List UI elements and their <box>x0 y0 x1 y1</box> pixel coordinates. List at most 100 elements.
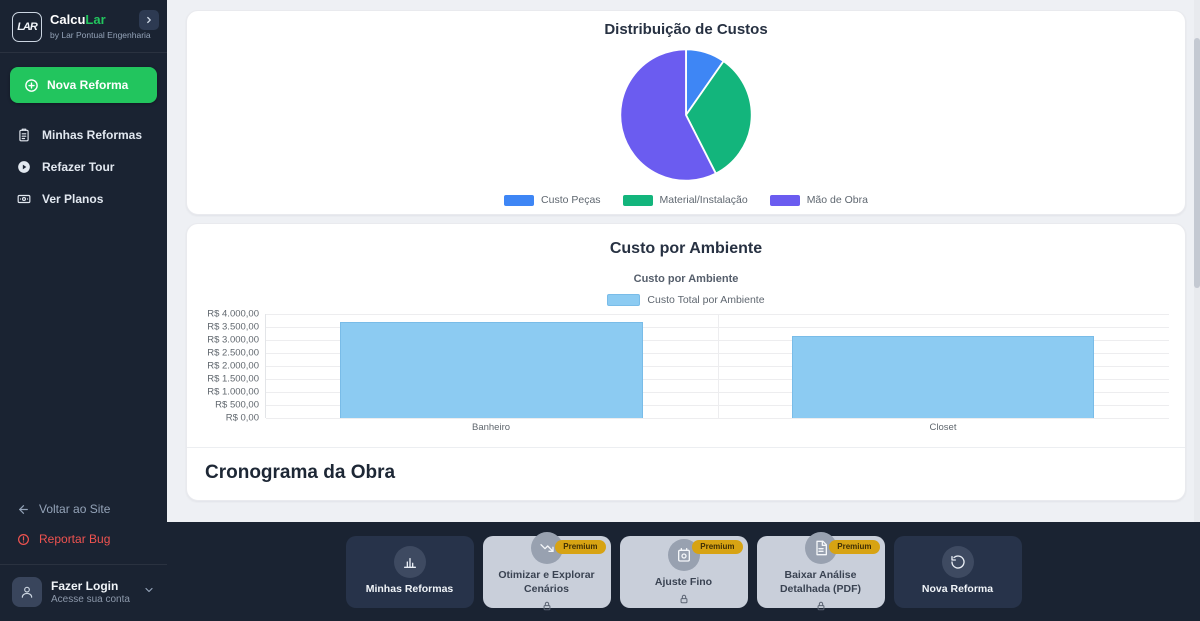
button-label: Nova Reforma <box>922 583 993 596</box>
scrollbar-thumb[interactable] <box>1194 38 1200 288</box>
bar-chart-subtitle: Custo por Ambiente <box>203 273 1169 285</box>
bar-legend: Custo Total por Ambiente <box>203 294 1169 306</box>
bar-plot-area <box>265 314 1169 418</box>
cronograma-section: Cronograma da Obra <box>187 447 1185 500</box>
sidebar-item-refazer-tour[interactable]: Refazer Tour <box>0 151 167 183</box>
y-tick-label: R$ 3.000,00 <box>207 335 259 346</box>
cronograma-title: Cronograma da Obra <box>205 462 1167 484</box>
sidebar-item-ver-planos[interactable]: Ver Planos <box>0 183 167 215</box>
rotate-ccw-icon <box>950 554 966 570</box>
avatar <box>12 577 42 607</box>
icon-circle <box>942 546 974 578</box>
login-title: Fazer Login <box>51 579 130 593</box>
pie-legend: Custo Peças Material/Instalação Mão de O… <box>199 194 1173 206</box>
gridline-vertical <box>718 314 719 418</box>
bar-chart-title: Custo por Ambiente <box>203 240 1169 258</box>
y-tick-label: R$ 4.000,00 <box>207 309 259 320</box>
x-axis-labels: BanheiroCloset <box>265 422 1169 433</box>
bar-chart-canvas: R$ 4.000,00R$ 3.500,00R$ 3.000,00R$ 2.50… <box>203 314 1169 418</box>
x-axis-label: Banheiro <box>265 422 717 433</box>
legend-label: Custo Peças <box>541 194 601 206</box>
login-row[interactable]: Fazer Login Acesse sua conta <box>0 564 167 613</box>
gridline <box>266 418 1169 419</box>
y-tick-label: R$ 3.500,00 <box>207 322 259 333</box>
sidebar-item-label: Refazer Tour <box>42 160 114 174</box>
legend-swatch <box>607 294 640 306</box>
lock-icon <box>679 594 689 604</box>
play-circle-icon <box>17 160 31 174</box>
premium-badge: Premium <box>692 540 742 554</box>
nova-reforma-label: Nova Reforma <box>47 78 128 92</box>
sidebar-item-label: Ver Planos <box>42 192 103 206</box>
main-scroll-area: Distribuição de Custos Custo Peças Mater… <box>167 0 1200 522</box>
brand-primary: Calcu <box>50 12 85 27</box>
legend-item-custo-pecas[interactable]: Custo Peças <box>504 194 601 206</box>
legend-swatch <box>770 195 800 206</box>
y-axis-ticks: R$ 4.000,00R$ 3.500,00R$ 3.000,00R$ 2.50… <box>203 314 265 418</box>
user-icon <box>20 585 34 599</box>
main-column: Distribuição de Custos Custo Peças Mater… <box>167 0 1200 621</box>
premium-badge: Premium <box>829 540 879 554</box>
scrollbar-track <box>1194 0 1200 522</box>
app-tagline: by Lar Pontual Engenharia <box>50 30 151 40</box>
sliders-icon <box>676 547 692 563</box>
nova-reforma-bottom-button[interactable]: Nova Reforma <box>894 536 1022 608</box>
button-label: Ajuste Fino <box>655 576 712 589</box>
bar-chart-card: Custo por Ambiente Custo por Ambiente Cu… <box>186 223 1186 501</box>
bottom-action-bar: Minhas Reformas Premium Otimizar e Explo… <box>167 522 1200 621</box>
x-axis-label: Closet <box>717 422 1169 433</box>
sidebar-item-label: Minhas Reformas <box>42 128 142 142</box>
otimizar-cenarios-button[interactable]: Premium Otimizar e Explorar Cenários <box>483 536 611 608</box>
lock-icon <box>542 601 552 611</box>
pie-chart <box>613 42 759 188</box>
legend-swatch <box>623 195 653 206</box>
premium-badge: Premium <box>555 540 605 554</box>
chevron-right-icon <box>144 15 154 25</box>
legend-item-material-instalacao[interactable]: Material/Instalação <box>623 194 748 206</box>
y-tick-label: R$ 500,00 <box>215 400 259 411</box>
sidebar-footer: Voltar ao Site Reportar Bug Fazer Login … <box>0 494 167 621</box>
login-subtitle: Acesse sua conta <box>51 594 130 605</box>
sidebar-header: LAR CalcuLar by Lar Pontual Engenharia <box>0 0 167 53</box>
sidebar-collapse-button[interactable] <box>139 10 159 30</box>
bar-banheiro <box>340 322 643 418</box>
minhas-reformas-button[interactable]: Minhas Reformas <box>346 536 474 608</box>
lock-icon <box>816 601 826 611</box>
voltar-ao-site-link[interactable]: Voltar ao Site <box>0 494 167 524</box>
nova-reforma-sidebar-button[interactable]: Nova Reforma <box>10 67 157 103</box>
pie-chart-canvas <box>199 42 1173 188</box>
voltar-ao-site-label: Voltar ao Site <box>39 502 110 516</box>
legend-swatch <box>504 195 534 206</box>
legend-item-custo-total[interactable]: Custo Total por Ambiente <box>607 294 764 306</box>
icon-circle <box>394 546 426 578</box>
sidebar-item-minhas-reformas[interactable]: Minhas Reformas <box>0 119 167 151</box>
plus-circle-icon <box>24 78 39 93</box>
sidebar-nav: Minhas Reformas Refazer Tour Ver Planos <box>0 113 167 221</box>
app-title: CalcuLar <box>50 12 151 28</box>
document-icon <box>813 540 829 556</box>
sidebar: LAR CalcuLar by Lar Pontual Engenharia N… <box>0 0 167 621</box>
trending-icon <box>539 540 555 556</box>
alert-circle-icon <box>17 533 30 546</box>
legend-label: Custo Total por Ambiente <box>647 294 764 306</box>
legend-label: Mão de Obra <box>807 194 868 206</box>
reportar-bug-label: Reportar Bug <box>39 532 110 546</box>
y-tick-label: R$ 1.500,00 <box>207 374 259 385</box>
reportar-bug-link[interactable]: Reportar Bug <box>0 524 167 554</box>
y-tick-label: R$ 1.000,00 <box>207 387 259 398</box>
button-label: Baixar Análise Detalhada (PDF) <box>765 569 877 595</box>
pie-chart-card: Distribuição de Custos Custo Peças Mater… <box>186 10 1186 215</box>
app-logo-icon: LAR <box>12 12 42 42</box>
baixar-analise-pdf-button[interactable]: Premium Baixar Análise Detalhada (PDF) <box>757 536 885 608</box>
ajuste-fino-button[interactable]: Premium Ajuste Fino <box>620 536 748 608</box>
legend-label: Material/Instalação <box>660 194 748 206</box>
banknote-icon <box>17 192 31 206</box>
bar-closet <box>792 336 1095 418</box>
button-label: Otimizar e Explorar Cenários <box>491 569 603 595</box>
y-tick-label: R$ 2.000,00 <box>207 361 259 372</box>
y-tick-label: R$ 0,00 <box>226 413 259 424</box>
chevron-down-icon[interactable] <box>143 583 155 601</box>
legend-item-mao-de-obra[interactable]: Mão de Obra <box>770 194 868 206</box>
pie-chart-title: Distribuição de Custos <box>199 21 1173 38</box>
login-text-block: Fazer Login Acesse sua conta <box>51 579 130 605</box>
